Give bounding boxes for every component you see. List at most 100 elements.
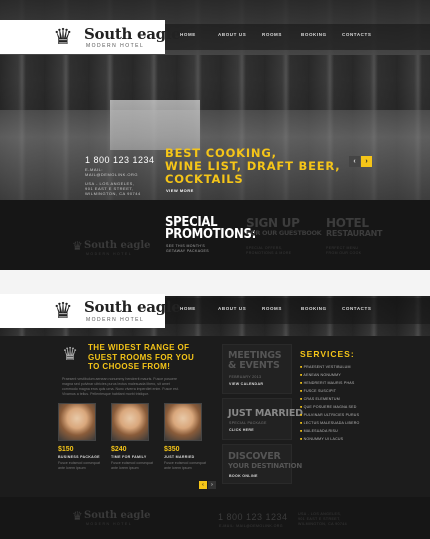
logo-title[interactable]: South eagle [84, 25, 181, 43]
chevron-right-icon: › [211, 482, 213, 488]
footer-phone: 1 800 123 1234 [218, 512, 288, 522]
services-title: SERVICES: [300, 349, 355, 359]
service-item[interactable]: ■ CRAS ELEMENTUM [300, 397, 340, 401]
package-desc-2: ante lorem ipsum [164, 466, 192, 470]
intro-body-4: Vivamus a tellus. Pellentesque habitant … [62, 392, 150, 396]
nav-rooms-2[interactable]: ROOMS [262, 306, 282, 311]
package-desc-2: ante lorem ipsum [111, 466, 139, 470]
nav-about[interactable]: ABOUT US [218, 32, 246, 37]
intro-title-3: TO CHOOSE FROM! [88, 362, 171, 371]
intro-title-2: GUEST ROOMS FOR YOU [88, 352, 195, 362]
promo-signup[interactable]: SIGN UP FOR OUR GUESTBOOK [246, 217, 322, 237]
contact-email[interactable]: MAIL@DEMOLINK.ORG [85, 172, 138, 177]
promo-signup-title-2: FOR OUR GUESTBOOK [246, 229, 322, 237]
promo-special-sub-1: SEE THIS MONTH'S [166, 244, 206, 248]
promo-restaurant-sub-2: FROM OUR COOK [326, 251, 362, 255]
hero-headline-3: COCKTAILS [165, 172, 244, 186]
footer-logo-tagline: MODERN HOTEL [86, 522, 133, 526]
service-item[interactable]: ■ PRAESENT VESTIBULUM [300, 365, 351, 369]
package-photo-married[interactable] [164, 403, 202, 441]
package-label[interactable]: JUST MARRIED [164, 455, 195, 459]
package-price: $240 [111, 446, 127, 453]
nav-contacts[interactable]: CONTACTS [342, 32, 371, 37]
discover-title-1: DISCOVER [228, 451, 281, 462]
page-divider [0, 270, 430, 296]
service-item[interactable]: ■ PULVINAR ULTRICIES PURUS [300, 413, 359, 417]
married-sub: SPECIAL PACKAGE [229, 421, 267, 425]
eagle-icon: ♛ [72, 509, 83, 523]
promo-restaurant-title-2: RESTAURANT [326, 229, 383, 238]
service-item-label: FUSCE SUSCIPIT [303, 389, 337, 393]
meetings-title-2: & EVENTS [228, 359, 280, 371]
logo-title-2[interactable]: South eagle [84, 298, 181, 316]
discover-title: DISCOVER YOUR DESTINATION [228, 452, 302, 470]
discover-link[interactable]: BOOK ONLINE [229, 474, 258, 478]
footer-address-2: 901 EAST E STREET, [298, 517, 341, 521]
nav-about-2[interactable]: ABOUT US [218, 306, 246, 311]
eagle-icon: ♛ [53, 24, 73, 49]
eagle-icon: ♛ [72, 239, 83, 253]
contact-phone: 1 800 123 1234 [85, 155, 155, 165]
meetings-title: MEETINGS & EVENTS [228, 351, 282, 371]
service-item-label: PRAESENT VESTIBULUM [303, 365, 351, 369]
footer-address-1: USA - LOS ANGELES, [298, 512, 342, 516]
logo-tagline-2: MODERN HOTEL [86, 317, 145, 323]
promo-logo-dim: South eagle [84, 240, 151, 251]
nav-home-2[interactable]: HOME [180, 306, 196, 311]
service-item[interactable]: ■ HENDRERIT MAURIS PHAS [300, 381, 354, 385]
chevron-right-icon: › [365, 158, 368, 165]
package-desc-2: ante lorem ipsum [58, 466, 86, 470]
meetings-link[interactable]: VIEW CALENDAR [229, 382, 263, 386]
promo-signup-sub-2: PROMOTIONS & MORE [246, 251, 292, 255]
intro-body: Praesent vestibulum aenean nonummy hendr… [62, 377, 212, 397]
package-photo-family[interactable] [111, 403, 149, 441]
service-item-label: LECTUS MALESUADA LIBERO [303, 421, 360, 425]
nav-rooms[interactable]: ROOMS [262, 32, 282, 37]
service-item[interactable]: ■ AENEAN NONUMMY [300, 373, 341, 377]
package-label[interactable]: TIME FOR FAMILY [111, 455, 147, 459]
nav-home[interactable]: HOME [180, 32, 196, 37]
logo-tagline: MODERN HOTEL [86, 43, 145, 49]
promo-logo-tagline: MODERN HOTEL [86, 252, 133, 256]
nav-booking[interactable]: BOOKING [301, 32, 327, 37]
hero-counter [110, 100, 200, 150]
package-label[interactable]: BUSINESS PACKAGE [58, 455, 100, 459]
service-item-label: AENEAN NONUMMY [303, 373, 341, 377]
discover-title-2: YOUR DESTINATION [228, 461, 303, 470]
service-item-label: PULVINAR ULTRICIES PURUS [303, 413, 360, 417]
service-item[interactable]: ■ LECTUS MALESUADA LIBERO [300, 421, 360, 425]
footer [0, 497, 430, 539]
service-item[interactable]: ■ MALESUADA RISU [300, 429, 338, 433]
contact-address-3: WILMINGTON, CA 90744 [85, 191, 141, 196]
service-item-label: HENDRERIT MAURIS PHAS [303, 381, 355, 385]
package-price: $350 [164, 446, 180, 453]
promo-restaurant[interactable]: HOTEL RESTAURANT [326, 217, 382, 238]
packages-prev-button[interactable]: ‹ [199, 481, 207, 489]
footer-logo[interactable]: South eagle [84, 510, 151, 521]
nav-booking-2[interactable]: BOOKING [301, 306, 327, 311]
footer-address-3: WILMINGTON, CA 90744 [298, 522, 348, 526]
married-panel[interactable] [222, 398, 292, 440]
promo-special[interactable]: SPECIAL PROMOTIONS: [165, 216, 256, 242]
packages-next-button[interactable]: › [208, 481, 216, 489]
nav-contacts-2[interactable]: CONTACTS [342, 306, 371, 311]
promo-special-title-2: PROMOTIONS: [165, 227, 256, 242]
slider-prev-button[interactable]: ‹ [349, 156, 360, 167]
package-price: $150 [58, 446, 74, 453]
service-item[interactable]: ■ NONUMMY UI LACUS [300, 437, 343, 441]
intro-title: THE WIDEST RANGE OF GUEST ROOMS FOR YOU … [88, 343, 218, 372]
promo-signup-sub-1: SPECIAL OFFERS, [246, 246, 283, 250]
service-item[interactable]: ■ FUSCE SUSCIPIT [300, 389, 336, 393]
meetings-date: FEBRUARY 2013 [229, 375, 262, 379]
service-item-label: MALESUADA RISU [303, 429, 338, 433]
service-item-label: NONUMMY UI LACUS [303, 437, 344, 441]
promo-restaurant-title-1: HOTEL [326, 216, 369, 230]
service-item[interactable]: ■ QUE POSUERE MAGNA SED [300, 405, 357, 409]
slider-next-button[interactable]: › [361, 156, 372, 167]
married-link[interactable]: CLICK HERE [229, 428, 254, 432]
view-more-link[interactable]: VIEW MORE [166, 188, 194, 193]
service-item-label: QUE POSUERE MAGNA SED [303, 405, 357, 409]
footer-email[interactable]: E-MAIL: MAIL@DEMOLINK.ORG [219, 524, 283, 528]
married-title: JUST MARRIED [228, 408, 303, 419]
package-photo-business[interactable] [58, 403, 96, 441]
